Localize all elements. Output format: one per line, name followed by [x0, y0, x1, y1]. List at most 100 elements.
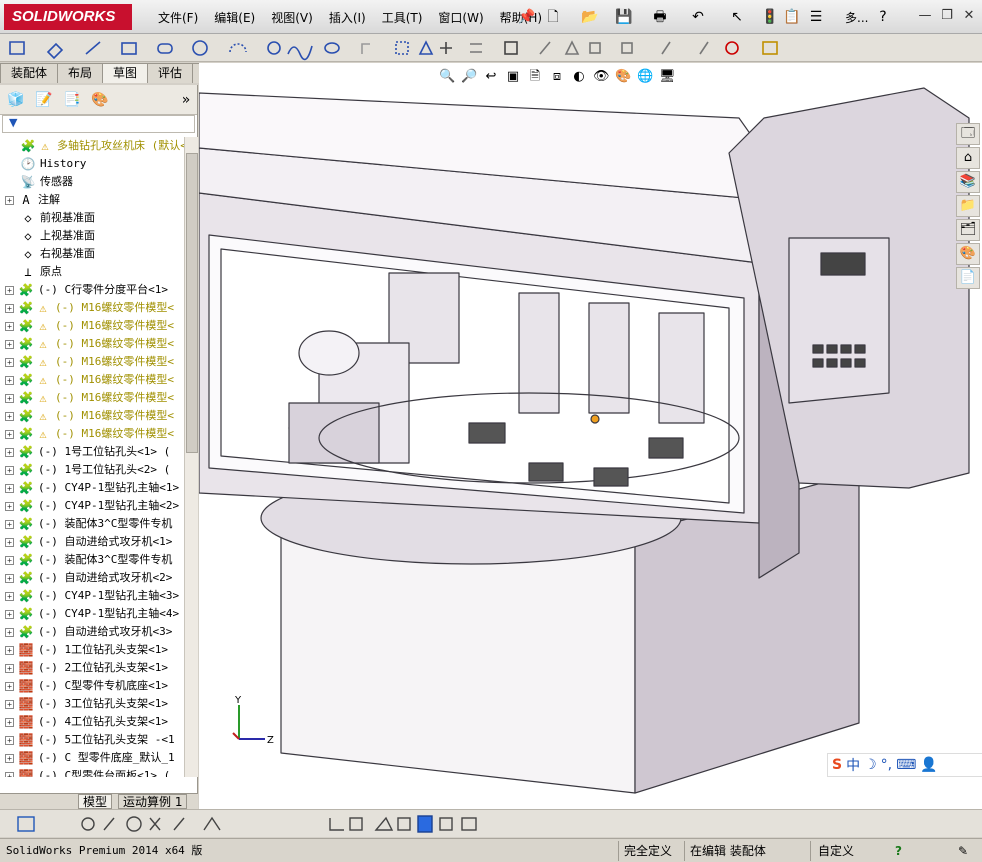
expand-toggle[interactable]: + — [5, 394, 14, 403]
tab-model[interactable]: 模型 — [78, 794, 113, 809]
scrollbar-thumb[interactable] — [186, 153, 198, 453]
tree-item[interactable]: 🧩 ⚠ 多轴钻孔攻丝机床 (默认< — [0, 137, 184, 155]
tree-item[interactable]: + 🧩 ⚠ (-) M16螺纹零件模型< — [0, 425, 184, 443]
keyboard-icon[interactable]: ⌨ — [896, 757, 916, 773]
tree-item[interactable]: ⊥ 原点 — [0, 263, 184, 281]
expand-toggle[interactable]: + — [5, 358, 14, 367]
tree-item[interactable]: 📡 传感器 — [0, 173, 184, 191]
help-button[interactable]: ? — [895, 843, 902, 859]
expand-toggle[interactable]: + — [5, 718, 14, 727]
expand-toggle[interactable]: + — [5, 664, 14, 673]
tree-item[interactable]: + 🧩 ⚠ (-) M16螺纹零件模型< — [0, 335, 184, 353]
zoom-area-icon[interactable]: 🔎 — [461, 69, 477, 85]
tree-item[interactable]: + 🧩 (-) 装配体3^C型零件专机 — [0, 551, 184, 569]
sogou-icon[interactable]: S — [832, 757, 842, 773]
minimize-icon[interactable]: — — [916, 7, 934, 25]
menu-item[interactable]: 文件(F) — [150, 9, 206, 27]
save-icon[interactable]: 💾 — [614, 7, 634, 27]
tree-item[interactable]: + 🧩 ⚠ (-) M16螺纹零件模型< — [0, 407, 184, 425]
punctuation-icon[interactable]: °, — [881, 757, 892, 773]
machine-model[interactable] — [199, 63, 982, 809]
filter-icon[interactable]: ▼ — [9, 116, 17, 129]
bottom-toolbar-icons[interactable] — [0, 810, 500, 838]
tree-item[interactable]: + 🧩 ⚠ (-) M16螺纹零件模型< — [0, 353, 184, 371]
expand-toggle[interactable]: + — [5, 610, 14, 619]
tab-2[interactable]: 草图 — [102, 63, 149, 83]
file-properties-icon[interactable]: 📋 — [782, 7, 802, 27]
pencil-icon[interactable]: ✎ — [958, 843, 968, 859]
expand-toggle[interactable]: + — [5, 772, 14, 777]
open-icon[interactable]: 📂 — [580, 7, 600, 27]
expand-toggle[interactable]: + — [5, 304, 14, 313]
file-explorer-icon[interactable]: 📁 — [956, 195, 980, 217]
tree-item[interactable]: + 🧩 (-) CY4P-1型钻孔主轴<4> — [0, 605, 184, 623]
new-document-icon[interactable]: 🗋 — [543, 7, 563, 27]
tree-item[interactable]: ◇ 右视基准面 — [0, 245, 184, 263]
tree-item[interactable]: ◇ 前视基准面 — [0, 209, 184, 227]
filter-field[interactable]: ▼ — [2, 115, 195, 133]
tree-item[interactable]: + 🧱 (-) C型零件台面板<1> ( — [0, 767, 184, 777]
menu-item[interactable]: 编辑(E) — [206, 9, 263, 27]
expand-toggle[interactable]: + — [5, 736, 14, 745]
scene-icon[interactable]: 🌐 — [637, 69, 653, 85]
tab-0[interactable]: 装配体 — [0, 63, 59, 83]
expand-toggle[interactable]: + — [5, 538, 14, 547]
tree-item[interactable]: + 🧩 (-) 自动进给式攻牙机<1> — [0, 533, 184, 551]
section-view-icon[interactable]: ▣ — [505, 69, 521, 85]
tree-item[interactable]: + 🧩 (-) C行零件分度平台<1> — [0, 281, 184, 299]
tree-item[interactable]: + 🧩 (-) 1号工位钻孔头<1> ( — [0, 443, 184, 461]
expand-toggle[interactable]: + — [5, 286, 14, 295]
print-icon[interactable]: 🖶 — [650, 7, 670, 27]
expand-toggle[interactable]: + — [5, 376, 14, 385]
units-dropdown[interactable]: 自定义 — [818, 843, 854, 859]
tree-item[interactable]: + 🧩 ⚠ (-) M16螺纹零件模型< — [0, 371, 184, 389]
help-icon[interactable]: ? — [873, 7, 893, 27]
tree-item[interactable]: + 🧱 (-) 3工位钻孔头支架<1> — [0, 695, 184, 713]
feature-manager-icon[interactable]: 🧊 — [6, 90, 26, 110]
select-icon[interactable]: ↖ — [727, 7, 747, 27]
expand-toggle[interactable]: + — [5, 574, 14, 583]
close-icon[interactable]: ✕ — [960, 7, 978, 25]
expand-toggle[interactable]: + — [5, 484, 14, 493]
restore-icon[interactable]: ❐ — [938, 7, 956, 25]
appearances-icon[interactable]: 🎨 — [956, 243, 980, 265]
resources-icon[interactable]: 🗔 — [956, 123, 980, 145]
tab-1[interactable]: 布局 — [57, 63, 104, 83]
options-icon[interactable]: ☰ — [806, 7, 826, 27]
expand-toggle[interactable]: + — [5, 502, 14, 511]
tree-item[interactable]: + A 注解 — [0, 191, 184, 209]
tree-scrollbar[interactable] — [184, 137, 198, 777]
tree-item[interactable]: + 🧩 (-) CY4P-1型钻孔主轴<3> — [0, 587, 184, 605]
tree-item[interactable]: + 🧩 (-) 自动进给式攻牙机<2> — [0, 569, 184, 587]
undo-icon[interactable]: ↶ — [688, 7, 708, 27]
tab-motion-study[interactable]: 运动算例 1 — [118, 794, 188, 809]
expand-toggle[interactable]: + — [5, 682, 14, 691]
tree-item[interactable]: 🕑 History — [0, 155, 184, 173]
expand-toggle[interactable]: + — [5, 430, 14, 439]
tree-item[interactable]: + 🧩 ⚠ (-) M16螺纹零件模型< — [0, 317, 184, 335]
configuration-manager-icon[interactable]: 📑 — [62, 90, 82, 110]
menu-item[interactable]: 工具(T) — [374, 9, 431, 27]
expand-toggle[interactable]: + — [5, 754, 14, 763]
tree-item[interactable]: + 🧩 ⚠ (-) M16螺纹零件模型< — [0, 299, 184, 317]
expand-toggle[interactable]: + — [5, 340, 14, 349]
moon-icon[interactable]: ☽ — [864, 757, 877, 773]
expand-toggle[interactable]: + — [5, 556, 14, 565]
tree-item[interactable]: + 🧱 (-) C型零件专机底座<1> — [0, 677, 184, 695]
sketch-toolbar-icons[interactable] — [0, 34, 982, 62]
tree-item[interactable]: + 🧱 (-) 4工位钻孔头支架<1> — [0, 713, 184, 731]
menu-item[interactable]: 窗口(W) — [430, 9, 491, 27]
dynamic-annotation-icon[interactable]: 🗎 — [527, 69, 543, 85]
tree-item[interactable]: + 🧩 (-) CY4P-1型钻孔主轴<1> — [0, 479, 184, 497]
expand-toggle[interactable]: + — [5, 466, 14, 475]
expand-toggle[interactable]: + — [5, 520, 14, 529]
tab-3[interactable]: 评估 — [147, 63, 194, 83]
menu-item[interactable]: 插入(I) — [321, 9, 374, 27]
expand-toggle[interactable]: + — [5, 448, 14, 457]
expand-toggle[interactable]: + — [5, 646, 14, 655]
tree-item[interactable]: + 🧩 (-) CY4P-1型钻孔主轴<2> — [0, 497, 184, 515]
expand-panel-icon[interactable]: » — [176, 90, 196, 110]
pin-icon[interactable]: 📌 — [517, 7, 537, 27]
more-menu[interactable]: 多... — [845, 9, 868, 26]
menu-item[interactable]: 视图(V) — [263, 9, 321, 27]
